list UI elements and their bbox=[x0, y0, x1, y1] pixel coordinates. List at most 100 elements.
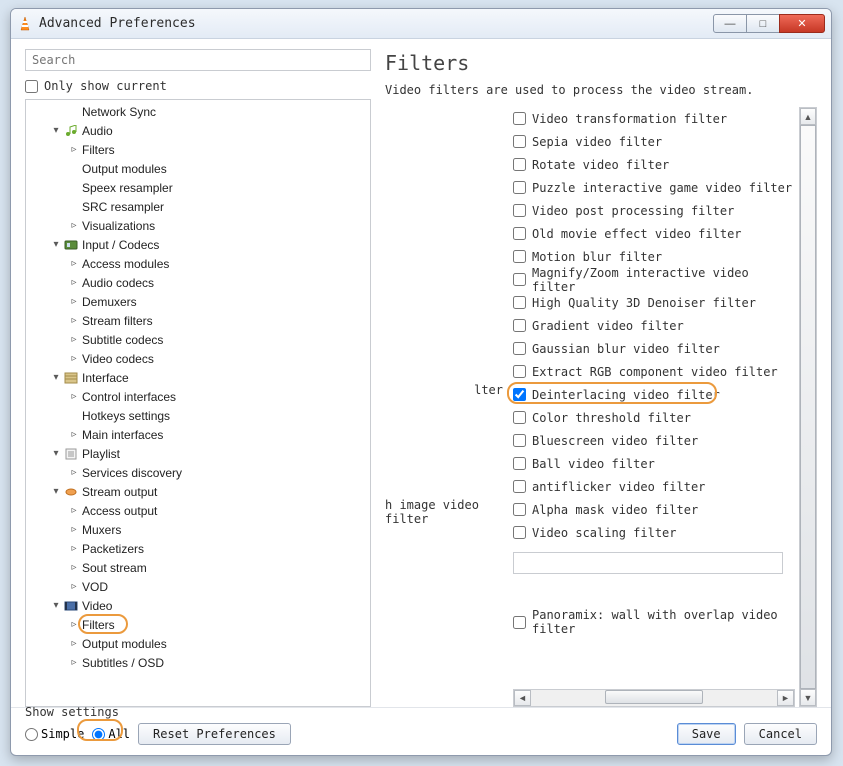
filter-checkbox[interactable] bbox=[513, 342, 526, 355]
tree-item-src-resampler[interactable]: SRC resampler bbox=[26, 197, 370, 216]
scroll-left-arrow[interactable]: ◄ bbox=[514, 690, 531, 706]
only-show-current[interactable]: Only show current bbox=[25, 79, 371, 93]
filter-check-video-scaling-filter[interactable]: Video scaling filter bbox=[513, 521, 795, 544]
cancel-button[interactable]: Cancel bbox=[744, 723, 817, 745]
filter-checkbox[interactable] bbox=[513, 411, 526, 424]
tree-item-output-modules[interactable]: ▹Output modules bbox=[26, 634, 370, 653]
vscroll-track[interactable] bbox=[800, 125, 816, 689]
expand-icon[interactable]: ▾ bbox=[50, 486, 62, 497]
tree-item-interface[interactable]: ▾Interface bbox=[26, 368, 370, 387]
tree-item-access-output[interactable]: ▹Access output bbox=[26, 501, 370, 520]
collapse-icon[interactable]: ▹ bbox=[68, 505, 80, 516]
titlebar[interactable]: Advanced Preferences — □ ✕ bbox=[11, 9, 831, 39]
tree-item-vod[interactable]: ▹VOD bbox=[26, 577, 370, 596]
filter-checkbox[interactable] bbox=[513, 503, 526, 516]
scroll-thumb[interactable] bbox=[605, 690, 703, 704]
filter-check-puzzle-interactive-game-video-filter[interactable]: Puzzle interactive game video filter bbox=[513, 176, 795, 199]
collapse-icon[interactable]: ▹ bbox=[68, 562, 80, 573]
collapse-icon[interactable]: ▹ bbox=[68, 391, 80, 402]
filter-checkbox[interactable] bbox=[513, 181, 526, 194]
tree-item-subtitle-codecs[interactable]: ▹Subtitle codecs bbox=[26, 330, 370, 349]
tree-item-filters[interactable]: ▹Filters bbox=[26, 615, 370, 634]
filter-check-deinterlacing-video-filter[interactable]: Deinterlacing video filter bbox=[513, 383, 795, 406]
collapse-icon[interactable]: ▹ bbox=[68, 353, 80, 364]
expand-icon[interactable]: ▾ bbox=[50, 372, 62, 383]
tree-item-video[interactable]: ▾Video bbox=[26, 596, 370, 615]
filter-checkbox[interactable] bbox=[513, 227, 526, 240]
only-show-current-checkbox[interactable] bbox=[25, 80, 38, 93]
tree-item-demuxers[interactable]: ▹Demuxers bbox=[26, 292, 370, 311]
collapse-icon[interactable]: ▹ bbox=[68, 296, 80, 307]
filter-check-gradient-video-filter[interactable]: Gradient video filter bbox=[513, 314, 795, 337]
tree-item-output-modules[interactable]: Output modules bbox=[26, 159, 370, 178]
filter-checkbox[interactable] bbox=[513, 112, 526, 125]
collapse-icon[interactable]: ▹ bbox=[68, 581, 80, 592]
tree-item-audio[interactable]: ▾Audio bbox=[26, 121, 370, 140]
tree-item-hotkeys-settings[interactable]: Hotkeys settings bbox=[26, 406, 370, 425]
filter-check-rotate-video-filter[interactable]: Rotate video filter bbox=[513, 153, 795, 176]
filter-checkbox[interactable] bbox=[513, 135, 526, 148]
vscroll-thumb[interactable] bbox=[800, 125, 816, 689]
horizontal-scrollbar[interactable]: ◄ ► bbox=[513, 689, 795, 707]
collapse-icon[interactable]: ▹ bbox=[68, 467, 80, 478]
tree-item-network-sync[interactable]: Network Sync bbox=[26, 102, 370, 121]
tree-item-stream-output[interactable]: ▾Stream output bbox=[26, 482, 370, 501]
tree-item-access-modules[interactable]: ▹Access modules bbox=[26, 254, 370, 273]
tree-item-sout-stream[interactable]: ▹Sout stream bbox=[26, 558, 370, 577]
collapse-icon[interactable]: ▹ bbox=[68, 315, 80, 326]
filter-checkbox[interactable] bbox=[513, 480, 526, 493]
collapse-icon[interactable]: ▹ bbox=[68, 144, 80, 155]
tree-item-speex-resampler[interactable]: Speex resampler bbox=[26, 178, 370, 197]
filter-checkbox[interactable] bbox=[513, 388, 526, 401]
expand-icon[interactable]: ▾ bbox=[50, 448, 62, 459]
scroll-right-arrow[interactable]: ► bbox=[777, 690, 794, 706]
filter-check-alpha-mask-video-filter[interactable]: Alpha mask video filter bbox=[513, 498, 795, 521]
tree-item-services-discovery[interactable]: ▹Services discovery bbox=[26, 463, 370, 482]
tree-item-main-interfaces[interactable]: ▹Main interfaces bbox=[26, 425, 370, 444]
collapse-icon[interactable]: ▹ bbox=[68, 657, 80, 668]
close-button[interactable]: ✕ bbox=[779, 14, 825, 33]
filter-checkbox[interactable] bbox=[513, 250, 526, 263]
filter-check-high-quality-3d-denoiser-filter[interactable]: High Quality 3D Denoiser filter bbox=[513, 291, 795, 314]
scroll-up-arrow[interactable]: ▲ bbox=[800, 108, 816, 125]
filter-check-sepia-video-filter[interactable]: Sepia video filter bbox=[513, 130, 795, 153]
filter-check-color-threshold-filter[interactable]: Color threshold filter bbox=[513, 406, 795, 429]
filter-check-video-post-processing-filter[interactable]: Video post processing filter bbox=[513, 199, 795, 222]
minimize-button[interactable]: — bbox=[713, 14, 747, 33]
radio-simple[interactable]: Simple bbox=[25, 727, 84, 741]
reset-preferences-button[interactable]: Reset Preferences bbox=[138, 723, 291, 745]
filter-checkbox[interactable] bbox=[513, 319, 526, 332]
filter-check-video-transformation-filter[interactable]: Video transformation filter bbox=[513, 107, 795, 130]
tree-item-playlist[interactable]: ▾Playlist bbox=[26, 444, 370, 463]
collapse-icon[interactable]: ▹ bbox=[68, 524, 80, 535]
maximize-button[interactable]: □ bbox=[746, 14, 780, 33]
collapse-icon[interactable]: ▹ bbox=[68, 543, 80, 554]
filter-text-input[interactable] bbox=[513, 552, 783, 574]
collapse-icon[interactable]: ▹ bbox=[68, 429, 80, 440]
radio-all-input[interactable] bbox=[92, 728, 105, 741]
filter-check-gaussian-blur-video-filter[interactable]: Gaussian blur video filter bbox=[513, 337, 795, 360]
filter-check-antiflicker-video-filter[interactable]: antiflicker video filter bbox=[513, 475, 795, 498]
collapse-icon[interactable]: ▹ bbox=[68, 220, 80, 231]
filter-check-magnify-zoom-interactive-video-filter[interactable]: Magnify/Zoom interactive video filter bbox=[513, 268, 795, 291]
panoramix-row[interactable]: Panoramix: wall with overlap video filte… bbox=[513, 608, 795, 636]
save-button[interactable]: Save bbox=[677, 723, 736, 745]
radio-all[interactable]: All bbox=[92, 727, 130, 741]
filter-checkbox[interactable] bbox=[513, 457, 526, 470]
scroll-track[interactable] bbox=[531, 690, 777, 706]
tree-item-control-interfaces[interactable]: ▹Control interfaces bbox=[26, 387, 370, 406]
vertical-scrollbar[interactable]: ▲ ▼ bbox=[799, 107, 817, 707]
filter-check-extract-rgb-component-video-filter[interactable]: Extract RGB component video filter bbox=[513, 360, 795, 383]
tree-item-visualizations[interactable]: ▹Visualizations bbox=[26, 216, 370, 235]
preferences-tree[interactable]: Network Sync▾Audio ▹Filters Output modules… bbox=[25, 99, 371, 707]
scroll-down-arrow[interactable]: ▼ bbox=[800, 689, 816, 706]
expand-icon[interactable]: ▾ bbox=[50, 600, 62, 611]
search-input[interactable] bbox=[25, 49, 371, 71]
collapse-icon[interactable]: ▹ bbox=[68, 258, 80, 269]
tree-item-input-codecs[interactable]: ▾Input / Codecs bbox=[26, 235, 370, 254]
filter-check-bluescreen-video-filter[interactable]: Bluescreen video filter bbox=[513, 429, 795, 452]
panoramix-checkbox[interactable] bbox=[513, 616, 526, 629]
filter-checkbox[interactable] bbox=[513, 365, 526, 378]
filter-checkbox[interactable] bbox=[513, 434, 526, 447]
filter-checkbox[interactable] bbox=[513, 273, 526, 286]
